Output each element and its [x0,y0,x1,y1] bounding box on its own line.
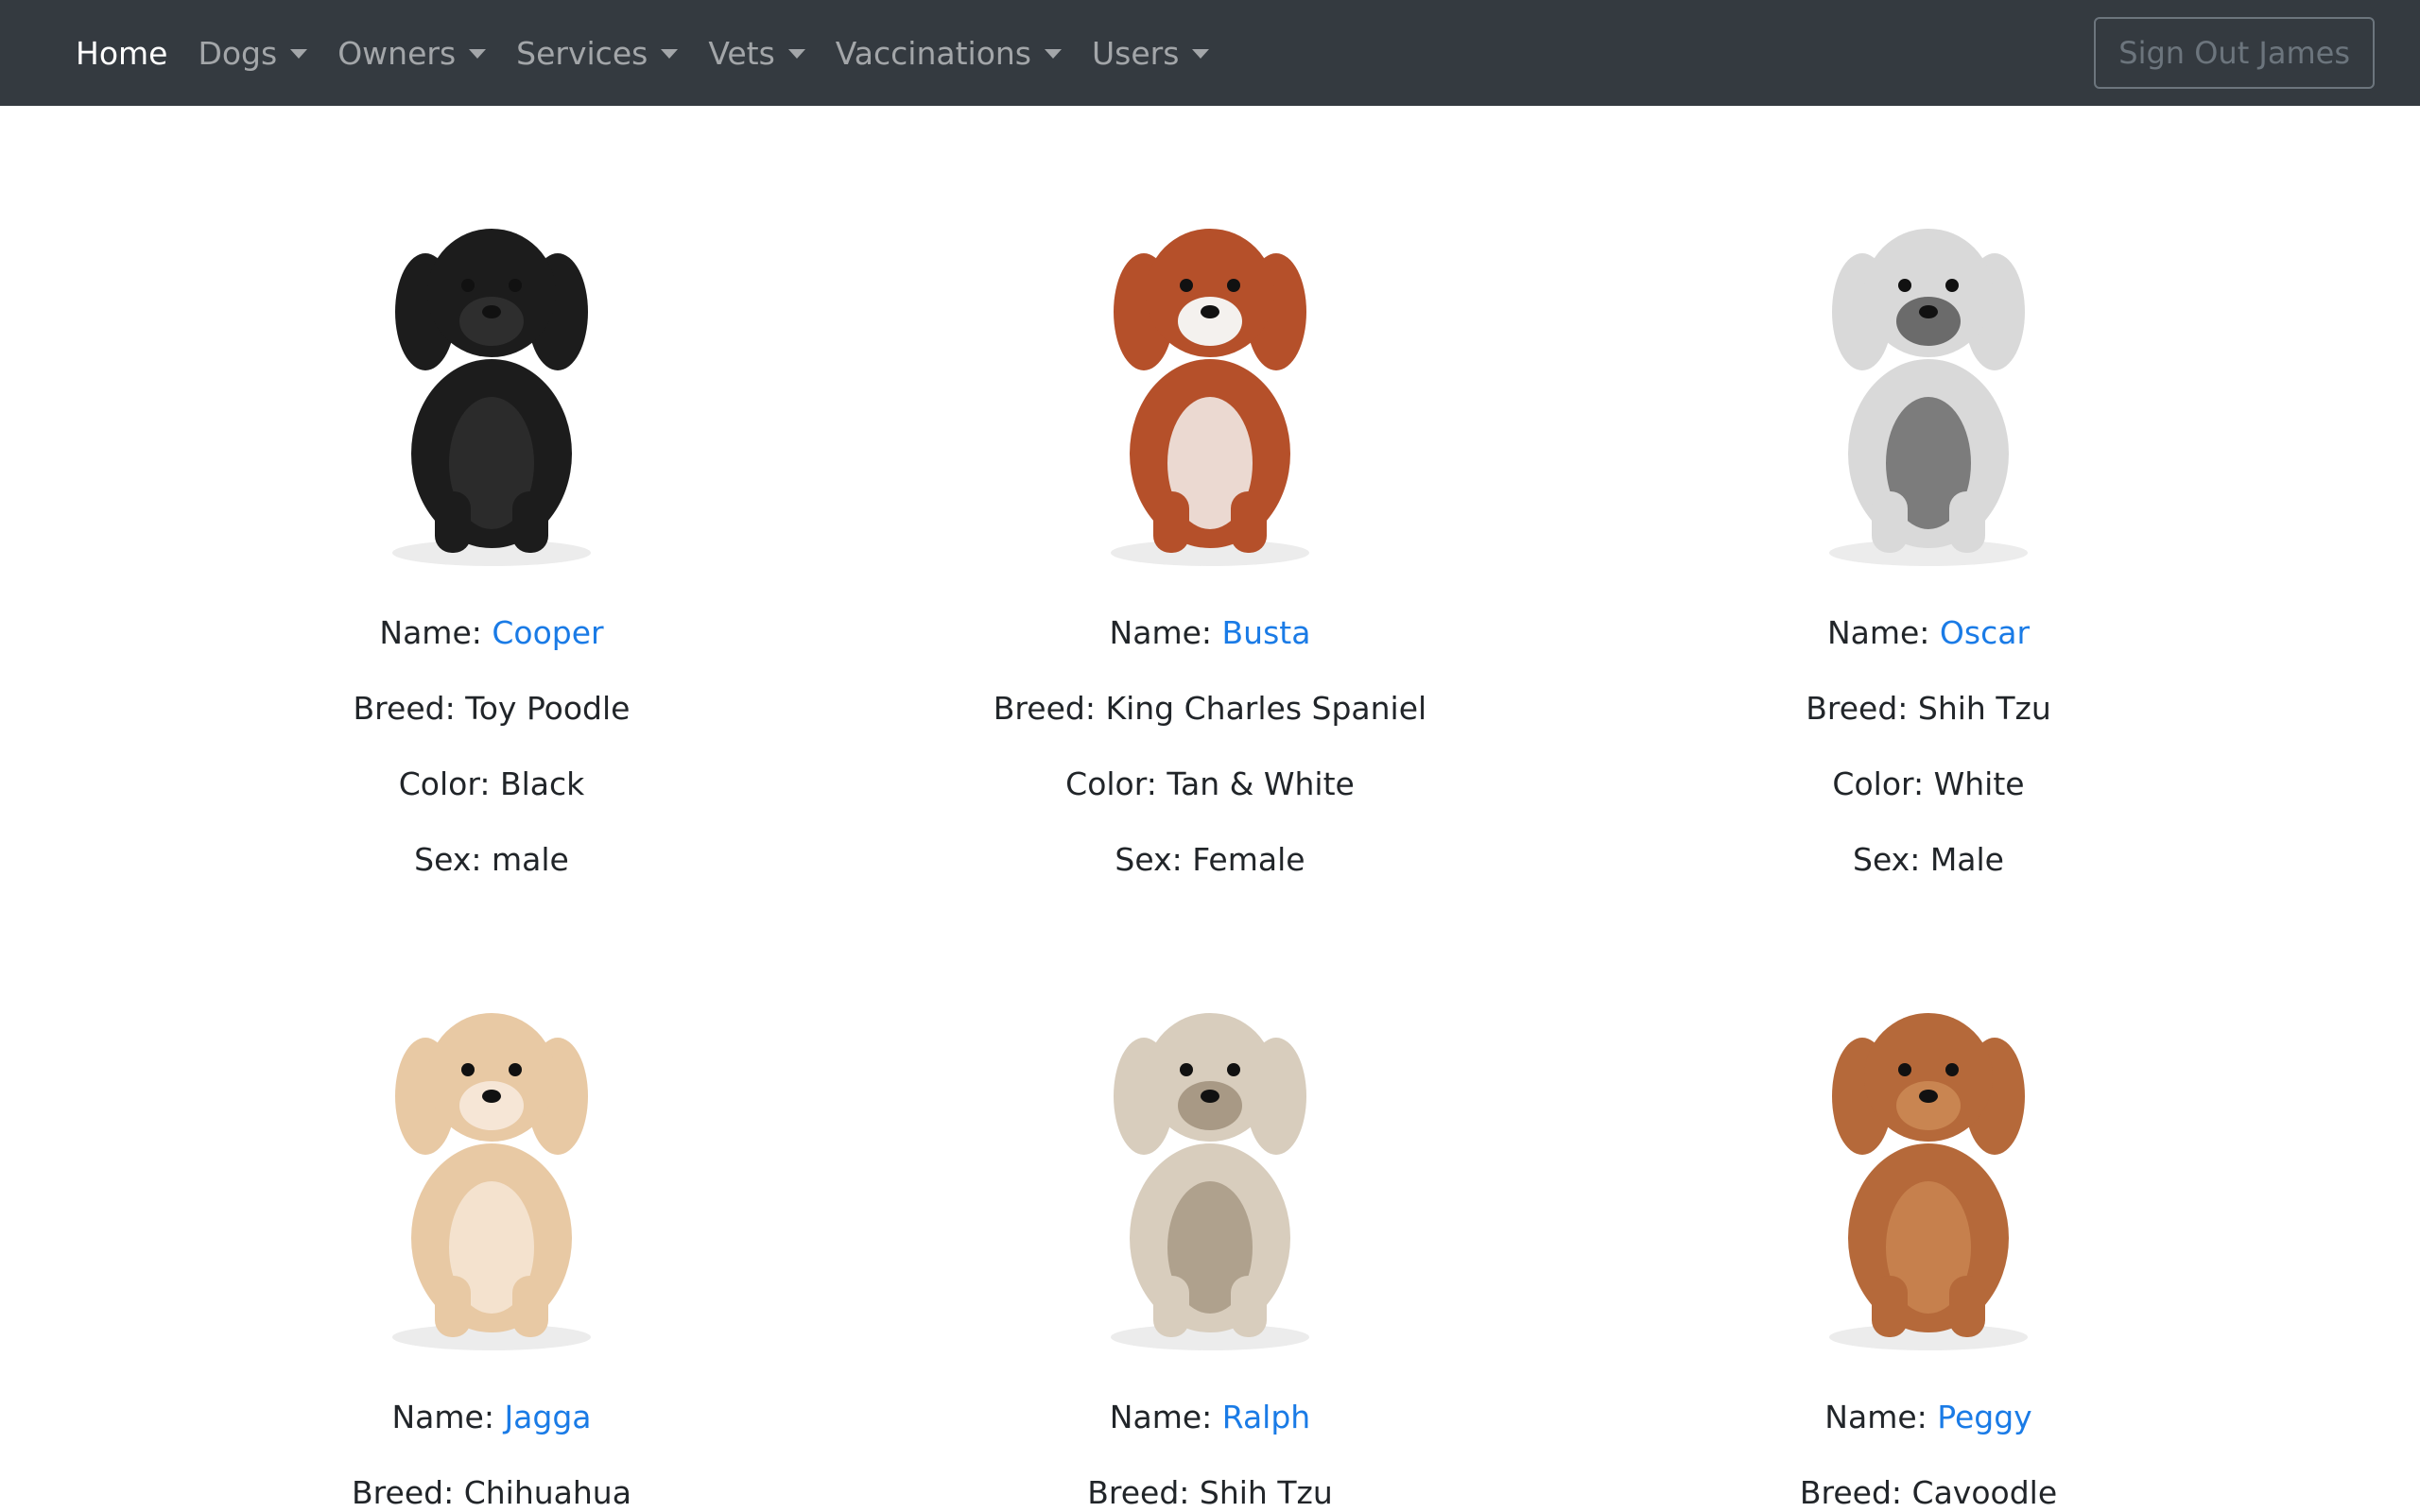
breed-label: Breed: [1799,1474,1912,1511]
caret-down-icon [1192,49,1210,59]
nav-item-label: Home [76,34,168,72]
dog-name-row: Name: Oscar [1827,614,2030,652]
dog-color-value: White [1933,765,2025,802]
dog-name-link[interactable]: Oscar [1940,614,2030,651]
nav-item-owners[interactable]: Owners [322,35,501,72]
name-label: Name: [1109,1399,1222,1435]
name-label: Name: [1826,614,1940,651]
nav-menu: Home Dogs Owners Services Vets Vaccinations Us… [60,0,1224,106]
nav-item-dogs[interactable]: Dogs [182,35,322,72]
spaniel-photo [1059,180,1361,576]
caret-down-icon [661,49,679,59]
dog-name-link[interactable]: Busta [1222,614,1311,651]
sign-out-button[interactable]: Sign Out James [2094,17,2375,89]
dog-breed-value: Toy Poodle [465,690,631,727]
dog-breed-value: Cavoodle [1911,1474,2058,1511]
dog-color-row: Color: White [1832,765,2024,803]
dog-breed-value: King Charles Spaniel [1105,690,1427,727]
breed-label: Breed: [993,690,1106,727]
dog-sex-row: Sex: Male [1853,841,2004,879]
breed-label: Breed: [1806,690,1918,727]
dog-breed-value: Shih Tzu [1917,690,2051,727]
name-label: Name: [1109,614,1222,651]
caret-down-icon [1045,49,1062,59]
sex-label: Sex: [1115,841,1193,878]
black-poodle-photo [340,180,643,576]
dog-name-row: Name: Cooper [379,614,603,652]
caret-down-icon [290,49,308,59]
chihuahua-photo [340,964,643,1361]
dog-name-link[interactable]: Jagga [504,1399,591,1435]
dog-breed-value: Shih Tzu [1199,1474,1333,1511]
nav-item-home[interactable]: Home [60,35,182,72]
dog-sex-value: male [491,841,569,878]
nav-item-label: Vets [708,34,775,72]
cavoodle-photo [1777,964,2080,1361]
dog-sex-row: Sex: Female [1115,841,1305,879]
nav-item-services[interactable]: Services [501,35,693,72]
color-label: Color: [1065,765,1167,802]
dog-sex-value: Male [1929,841,2004,878]
dog-breed-row: Breed: Shih Tzu [1087,1474,1333,1512]
breed-label: Breed: [1087,1474,1200,1511]
dog-color-row: Color: Black [399,765,584,803]
dog-sex-value: Female [1192,841,1305,878]
dog-name-row: Name: Jagga [391,1399,591,1436]
sex-label: Sex: [414,841,492,878]
dog-sex-row: Sex: male [414,841,569,879]
shih-tzu-photo [1059,964,1361,1361]
dog-color-value: Black [499,765,585,802]
dog-card: Name: Busta Breed: King Charles Spaniel Co… [851,180,1569,879]
nav-item-vaccinations[interactable]: Vaccinations [821,35,1077,72]
name-label: Name: [1824,1399,1938,1435]
dog-card: Name: Oscar Breed: Shih Tzu Color: White Se… [1569,180,2288,879]
dog-name-link[interactable]: Peggy [1937,1399,2031,1435]
color-label: Color: [1832,765,1934,802]
nav-item-label: Dogs [198,34,278,72]
top-navbar: Home Dogs Owners Services Vets Vaccinations Us… [0,0,2420,106]
dog-breed-row: Breed: Chihuahua [352,1474,631,1512]
nav-item-label: Users [1092,34,1180,72]
name-label: Name: [379,614,493,651]
dog-color-row: Color: Tan & White [1065,765,1355,803]
dog-name-row: Name: Busta [1110,614,1311,652]
dog-breed-row: Breed: Cavoodle [1800,1474,2057,1512]
dog-name-link[interactable]: Ralph [1222,1399,1310,1435]
nav-item-label: Vaccinations [835,34,1031,72]
color-label: Color: [398,765,500,802]
breed-label: Breed: [352,1474,464,1511]
nav-item-label: Services [516,34,648,72]
dog-breed-row: Breed: Shih Tzu [1806,690,2051,728]
caret-down-icon [469,49,487,59]
dog-color-value: Tan & White [1167,765,1355,802]
dog-breed-value: Chihuahua [463,1474,631,1511]
dog-card: Name: Jagga Breed: Chihuahua [132,964,851,1512]
dog-name-row: Name: Ralph [1110,1399,1310,1436]
dog-name-link[interactable]: Cooper [492,614,603,651]
dog-breed-row: Breed: King Charles Spaniel [994,690,1426,728]
dog-card: Name: Cooper Breed: Toy Poodle Color: Blac… [132,180,851,879]
dog-name-row: Name: Peggy [1824,1399,2031,1436]
nav-item-users[interactable]: Users [1077,35,1224,72]
nav-item-label: Owners [337,34,457,72]
sex-label: Sex: [1853,841,1930,878]
dog-card-grid: Name: Cooper Breed: Toy Poodle Color: Blac… [132,180,2288,1512]
breed-label: Breed: [353,690,466,727]
dog-card: Name: Peggy Breed: Cavoodle [1569,964,2288,1512]
dog-card: Name: Ralph Breed: Shih Tzu [851,964,1569,1512]
shih-tzu-photo [1777,180,2080,576]
nav-item-vets[interactable]: Vets [693,35,820,72]
dog-breed-row: Breed: Toy Poodle [354,690,631,728]
name-label: Name: [391,1399,505,1435]
caret-down-icon [787,49,805,59]
